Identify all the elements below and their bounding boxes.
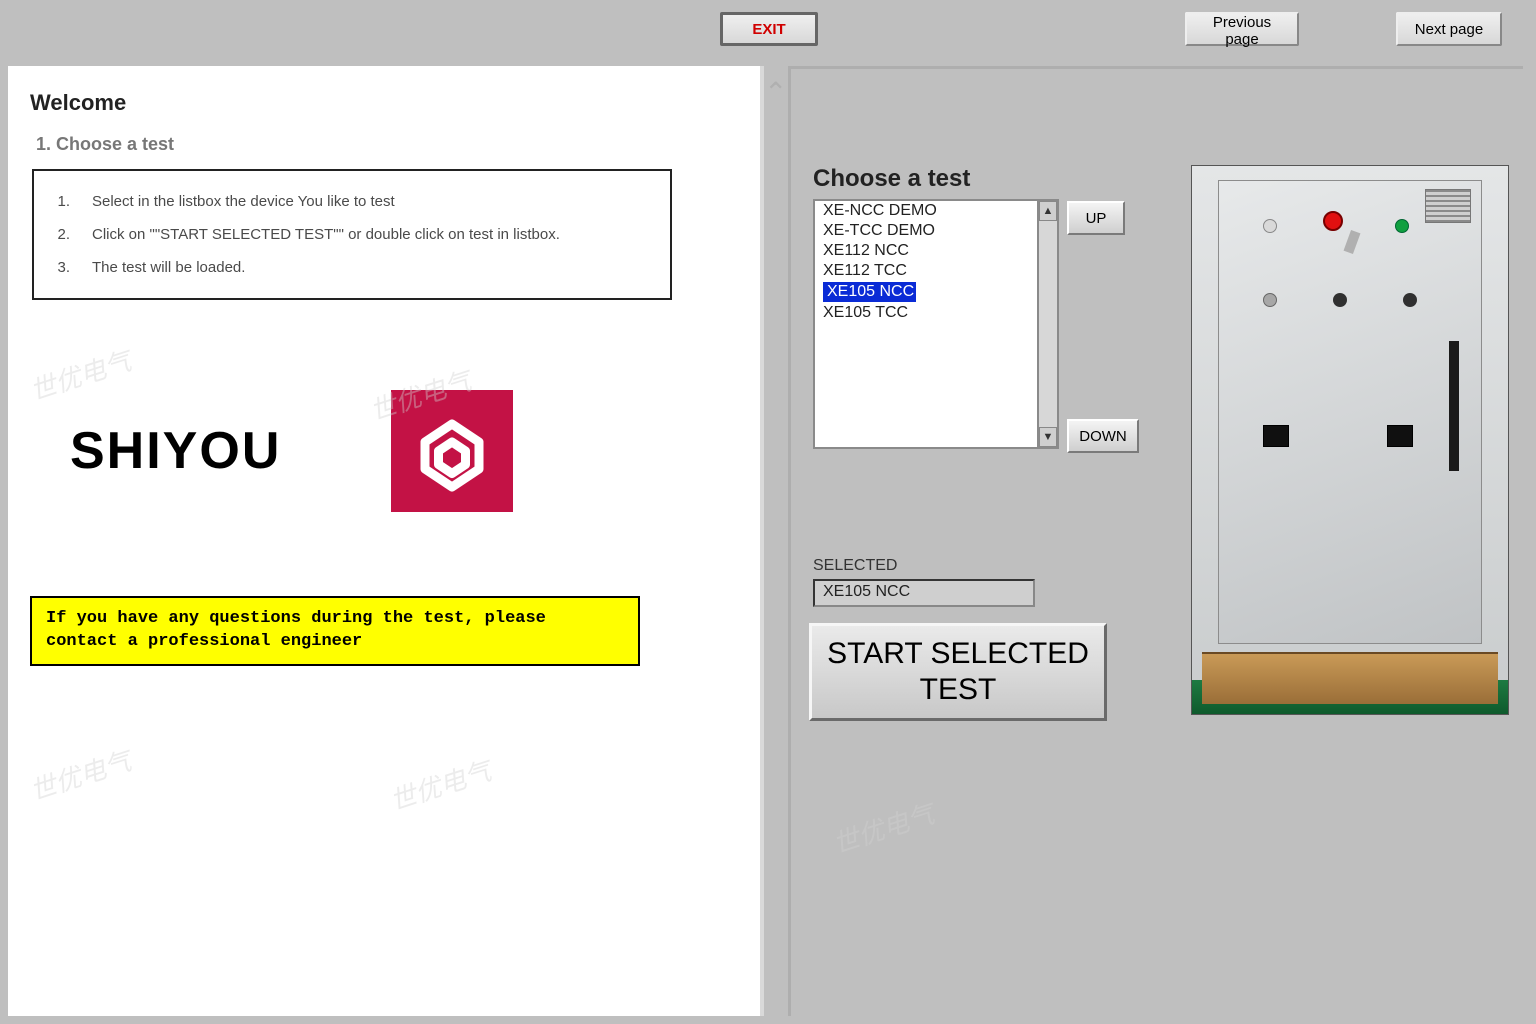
instructions-box: 1. Select in the listbox the device You … — [32, 169, 672, 300]
list-item[interactable]: XE105 NCC — [823, 282, 916, 302]
watermark: 世优电气 — [385, 751, 495, 818]
down-button[interactable]: DOWN — [1067, 419, 1139, 453]
brand-name: SHIYOU — [70, 421, 281, 481]
up-button[interactable]: UP — [1067, 201, 1125, 235]
device-cabinet-image — [1191, 165, 1509, 715]
welcome-heading: Welcome — [30, 90, 738, 116]
scroll-down-icon[interactable]: ▼ — [1039, 427, 1057, 447]
next-page-button[interactable]: Next page — [1396, 12, 1502, 46]
list-item[interactable]: XE112 TCC — [815, 261, 1037, 281]
list-item[interactable]: XE-NCC DEMO — [815, 201, 1037, 221]
listbox-scrollbar[interactable]: ▲ ▼ — [1037, 199, 1059, 449]
list-item[interactable]: XE112 NCC — [815, 241, 1037, 261]
welcome-document-panel: ⌃ Welcome 1. Choose a test 1. Select in … — [8, 66, 764, 1016]
warning-notice: If you have any questions during the tes… — [30, 596, 640, 666]
list-item[interactable]: XE-TCC DEMO — [815, 221, 1037, 241]
instruction-step: 1. Select in the listbox the device You … — [52, 185, 652, 218]
scroll-up-icon[interactable]: ▲ — [1039, 201, 1057, 221]
instruction-step: 3. The test will be loaded. — [52, 251, 652, 284]
watermark: 世优电气 — [828, 794, 938, 861]
instruction-step: 2. Click on ""START SELECTED TEST"" or d… — [52, 218, 652, 251]
start-selected-test-button[interactable]: START SELECTED TEST — [809, 623, 1107, 721]
previous-page-button[interactable]: Previous page — [1185, 12, 1299, 46]
brand-logo-icon — [391, 390, 513, 512]
test-selection-panel: Choose a test XE-NCC DEMOXE-TCC DEMOXE11… — [788, 66, 1523, 1016]
selected-label: SELECTED — [813, 557, 897, 575]
watermark: 世优电气 — [25, 741, 135, 808]
exit-button[interactable]: EXIT — [720, 12, 818, 46]
selected-test-field: XE105 NCC — [813, 579, 1035, 607]
choose-test-heading: 1. Choose a test — [36, 134, 738, 155]
choose-test-label: Choose a test — [813, 165, 970, 193]
test-listbox[interactable]: XE-NCC DEMOXE-TCC DEMOXE112 NCCXE112 TCC… — [813, 199, 1037, 449]
list-item[interactable]: XE105 TCC — [815, 303, 1037, 323]
scroll-up-chevron-icon[interactable]: ⌃ — [764, 76, 782, 106]
